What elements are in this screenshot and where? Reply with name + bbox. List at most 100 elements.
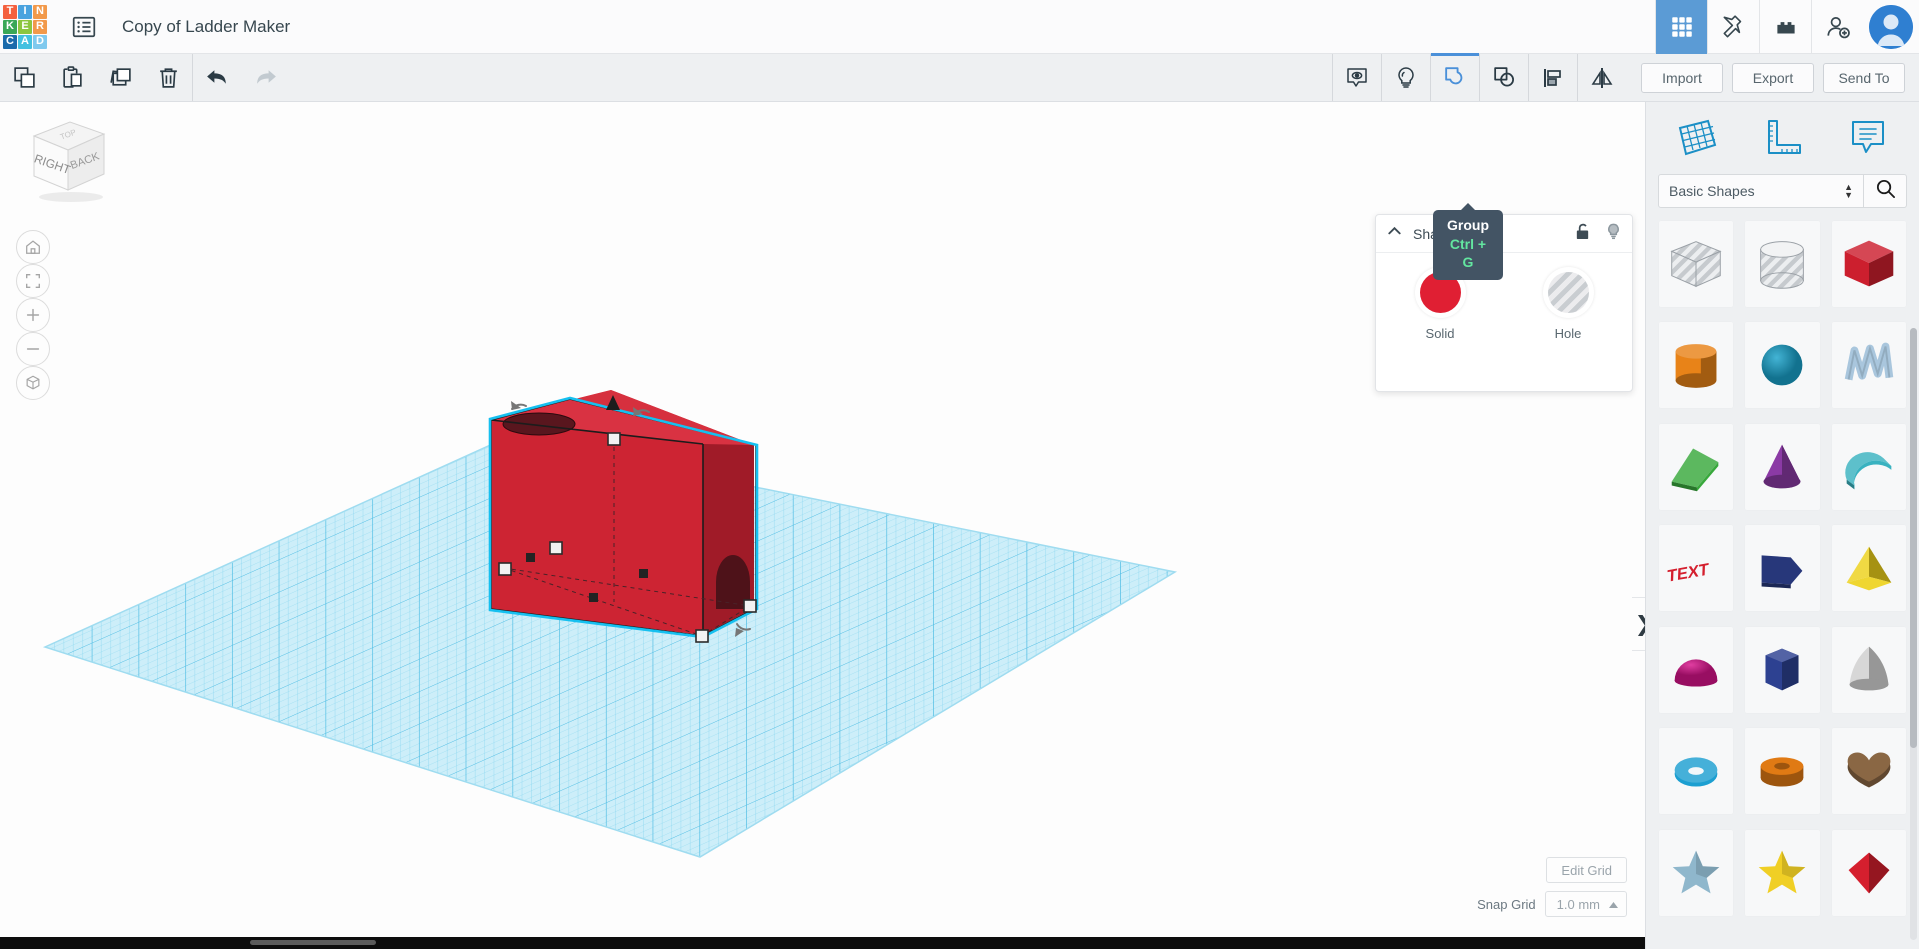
- avatar-image: [1869, 4, 1913, 49]
- view-cube[interactable]: RIGHT BACK TOP: [16, 114, 112, 206]
- design-viewport[interactable]: RIGHT BACK TOP Solid Hole Group Ctrl + G…: [0, 102, 1645, 937]
- shape-half-cylinder-thumbnail: [1835, 433, 1903, 501]
- shape-star-blue[interactable]: [1658, 828, 1735, 917]
- list-menu-icon[interactable]: [56, 0, 112, 54]
- shapes-panel-header: Shapes(2): [1376, 215, 1632, 253]
- logo-tile-t: T: [3, 4, 17, 19]
- tinkercad-logo[interactable]: TIN KER CAD: [2, 4, 48, 50]
- home-view-button[interactable]: [16, 230, 50, 264]
- chevron-up-icon[interactable]: [1386, 223, 1403, 245]
- shape-roof[interactable]: [1658, 422, 1735, 511]
- shape-roof-thumbnail: [1662, 433, 1730, 501]
- shape-sphere[interactable]: [1744, 321, 1821, 410]
- panel-expand-handle[interactable]: ❯: [1632, 597, 1645, 651]
- user-avatar[interactable]: [1863, 0, 1919, 54]
- svg-text:TEXT: TEXT: [1667, 560, 1710, 587]
- import-button[interactable]: Import: [1641, 62, 1723, 93]
- shape-box-hole[interactable]: [1658, 220, 1735, 308]
- edit-toolbar: Import Export Send To: [0, 53, 1919, 102]
- snap-grid-row: Snap Grid 1.0 mm: [1477, 891, 1627, 917]
- hole-label: Hole: [1554, 326, 1582, 341]
- hole-option[interactable]: Hole: [1547, 272, 1589, 341]
- light-button[interactable]: [1381, 54, 1430, 101]
- logo-tile-r: R: [33, 19, 47, 34]
- zoom-out-button[interactable]: [16, 332, 50, 366]
- shape-paraboloid-thumbnail: [1835, 636, 1903, 704]
- group-tooltip: Group Ctrl + G: [1433, 203, 1503, 280]
- shape-half-sphere[interactable]: [1658, 625, 1735, 714]
- copy-button[interactable]: [0, 54, 48, 101]
- tab-note[interactable]: [1837, 113, 1899, 163]
- shape-arrow[interactable]: [1744, 524, 1821, 613]
- logo-tile-a: A: [18, 34, 32, 49]
- shape-star-yellow-thumbnail: [1748, 839, 1816, 907]
- shape-star-blue-thumbnail: [1662, 839, 1730, 907]
- tab-minecraft[interactable]: [1707, 0, 1759, 54]
- red-box-with-holes: [488, 390, 759, 643]
- shapes-panel-body: Solid Hole: [1376, 253, 1632, 341]
- shape-box[interactable]: [1830, 220, 1907, 308]
- lightbulb-icon[interactable]: [1605, 222, 1622, 246]
- shape-pyramid[interactable]: [1830, 524, 1907, 613]
- search-icon: [1875, 178, 1896, 204]
- shape-paraboloid[interactable]: [1830, 625, 1907, 714]
- logo-tile-k: K: [3, 19, 17, 34]
- shape-grid: TEXT: [1646, 220, 1919, 920]
- tab-blocks[interactable]: [1759, 0, 1811, 54]
- shape-box-hole-thumbnail: [1662, 230, 1730, 298]
- zoom-in-button[interactable]: [16, 298, 50, 332]
- perspective-toggle-button[interactable]: [16, 366, 50, 400]
- note-button[interactable]: [1332, 54, 1381, 101]
- shape-cylinder[interactable]: [1658, 321, 1735, 410]
- hole-swatch[interactable]: [1547, 272, 1589, 313]
- shape-star-yellow[interactable]: [1744, 828, 1821, 917]
- solid-option[interactable]: Solid: [1419, 272, 1461, 341]
- shape-category-select[interactable]: Basic Shapes ▲ ▼: [1658, 174, 1864, 208]
- export-button[interactable]: Export: [1732, 62, 1814, 93]
- fit-view-button[interactable]: [16, 264, 50, 298]
- paste-button[interactable]: [48, 54, 96, 101]
- shape-half-cylinder[interactable]: [1830, 422, 1907, 511]
- bottom-bar: [0, 937, 1645, 949]
- snap-grid-select[interactable]: 1.0 mm: [1544, 891, 1627, 917]
- library-search-row: Basic Shapes ▲ ▼: [1646, 174, 1919, 208]
- shape-cone-thumbnail: [1748, 433, 1816, 501]
- shape-scribble-thumbnail: [1835, 331, 1903, 399]
- shape-cylinder-hole[interactable]: [1744, 220, 1821, 308]
- shape-text[interactable]: TEXT: [1658, 524, 1735, 613]
- logo-tile-i: I: [18, 4, 32, 19]
- shape-diamond[interactable]: [1830, 828, 1907, 917]
- shape-tube[interactable]: [1744, 727, 1821, 816]
- duplicate-button[interactable]: [96, 54, 144, 101]
- tab-workplane[interactable]: [1666, 113, 1728, 163]
- shape-cone[interactable]: [1744, 422, 1821, 511]
- shape-cylinder-hole-thumbnail: [1748, 230, 1816, 298]
- shape-polygon[interactable]: [1744, 625, 1821, 714]
- shapes-properties-panel: Shapes(2): [1375, 214, 1633, 392]
- file-actions-group: Import Export Send To: [1626, 62, 1919, 93]
- redo-button[interactable]: [241, 54, 289, 101]
- invite-collaborator[interactable]: [1811, 0, 1863, 54]
- horizontal-scrollbar[interactable]: [250, 940, 376, 945]
- align-button[interactable]: [1528, 54, 1577, 101]
- tab-3d-design[interactable]: [1655, 0, 1707, 54]
- tab-ruler[interactable]: [1751, 113, 1813, 163]
- shape-scribble[interactable]: [1830, 321, 1907, 410]
- send-to-button[interactable]: Send To: [1823, 62, 1905, 93]
- unlock-icon[interactable]: [1574, 222, 1591, 246]
- edit-grid-button[interactable]: Edit Grid: [1546, 857, 1627, 883]
- delete-button[interactable]: [144, 54, 192, 101]
- search-button[interactable]: [1864, 174, 1907, 208]
- mirror-button[interactable]: [1577, 54, 1626, 101]
- tooltip-title: Group: [1447, 217, 1489, 233]
- document-title[interactable]: Copy of Ladder Maker: [122, 17, 290, 37]
- chevron-updown-icon: ▲ ▼: [1844, 182, 1853, 200]
- shape-torus[interactable]: [1658, 727, 1735, 816]
- ungroup-button[interactable]: [1479, 54, 1528, 101]
- chevron-right-icon: ❯: [1635, 612, 1645, 637]
- library-scrollbar-thumb[interactable]: [1910, 328, 1917, 748]
- snap-grid-value: 1.0 mm: [1556, 896, 1600, 912]
- group-button[interactable]: [1430, 53, 1479, 101]
- undo-button[interactable]: [193, 54, 241, 101]
- shape-heart[interactable]: [1830, 727, 1907, 816]
